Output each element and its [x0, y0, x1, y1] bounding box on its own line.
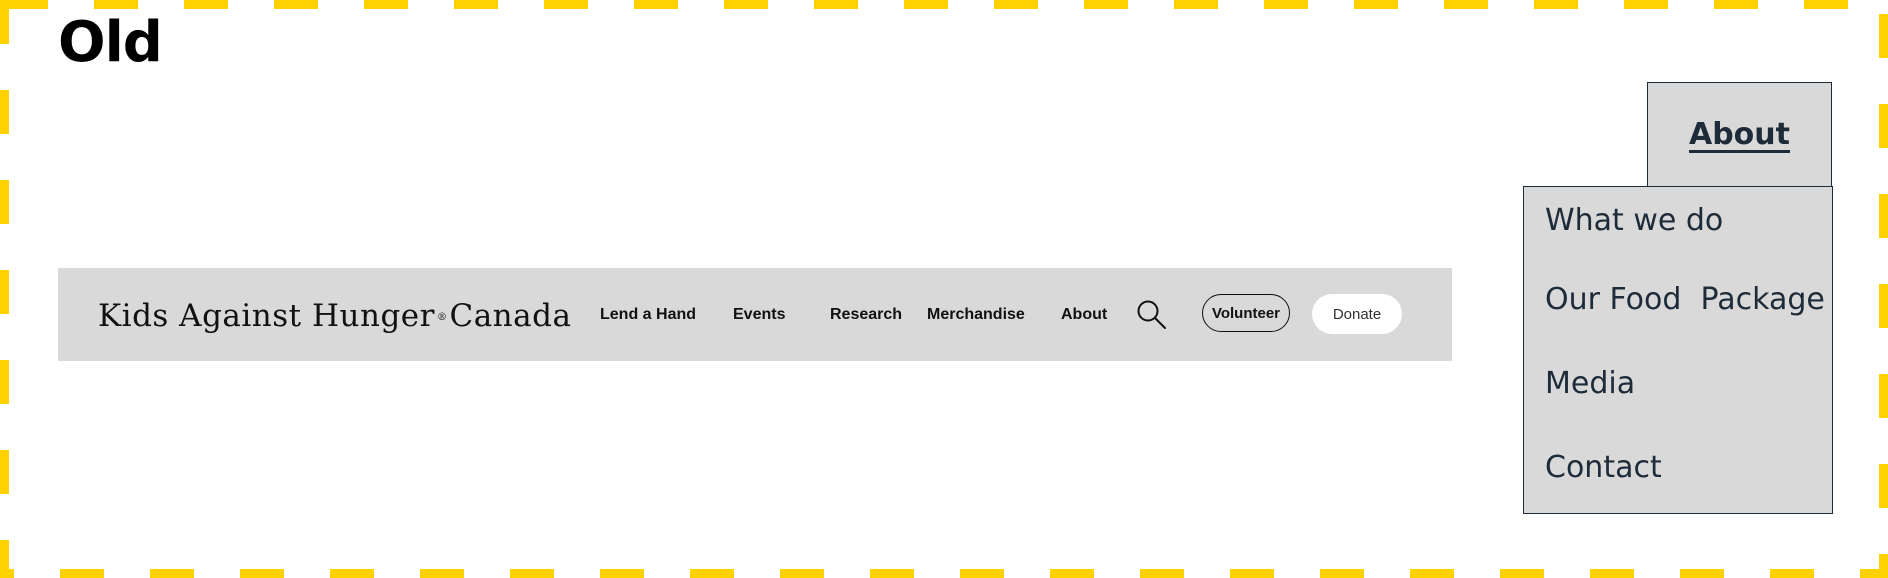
nav-link-merchandise[interactable]: Merchandise: [927, 306, 1025, 324]
nav-link-events[interactable]: Events: [733, 306, 785, 324]
menu-item-media[interactable]: Media: [1545, 366, 1635, 401]
menu-item-our-food-package[interactable]: Our Food Package: [1545, 282, 1825, 317]
volunteer-button[interactable]: Volunteer: [1202, 294, 1290, 332]
menu-item-what-we-do[interactable]: What we do: [1545, 203, 1723, 238]
about-tab-label[interactable]: About: [1648, 117, 1831, 152]
donate-button[interactable]: Donate: [1312, 294, 1402, 334]
registered-mark: ®: [436, 312, 448, 323]
navbar: Kids Against Hunger ®Canada Lend a Hand E…: [58, 268, 1452, 361]
nav-link-lend-a-hand[interactable]: Lend a Hand: [600, 306, 696, 324]
nav-link-about[interactable]: About: [1061, 306, 1107, 324]
menu-item-contact[interactable]: Contact: [1545, 450, 1662, 485]
logo-text-main: Kids Against Hunger: [98, 298, 435, 334]
search-icon[interactable]: [1136, 299, 1168, 331]
logo-text-country: Canada: [449, 298, 572, 334]
nav-link-research[interactable]: Research: [830, 306, 902, 324]
logo[interactable]: Kids Against Hunger ®Canada: [98, 298, 571, 334]
about-dropdown: What we do Our Food Package Media Contac…: [1523, 186, 1833, 514]
section-title: Old: [58, 10, 163, 75]
about-menu-tab[interactable]: About: [1647, 82, 1832, 186]
